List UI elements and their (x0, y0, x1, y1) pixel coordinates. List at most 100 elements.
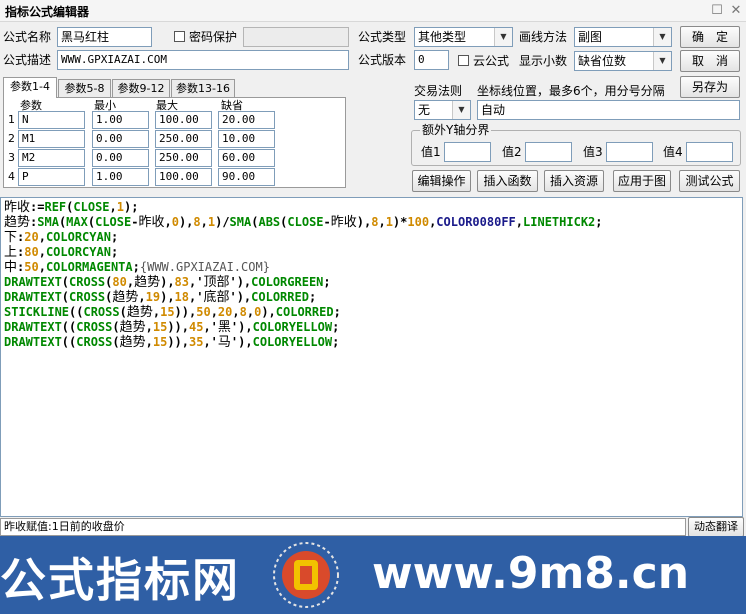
param-name-input[interactable]: P (18, 168, 85, 186)
formula-version-input[interactable]: 0 (414, 50, 449, 70)
insert-function-button[interactable]: 插入函数 (477, 170, 538, 192)
code-token: CROSS (76, 335, 113, 349)
draw-method-label: 画线方法 (519, 30, 568, 44)
code-token: 1 (385, 215, 393, 229)
code-token: ; (332, 320, 340, 334)
close-icon[interactable]: ✕ (727, 2, 745, 20)
logo-seal-icon (266, 540, 346, 610)
apply-to-chart-button[interactable]: 应用于图 (613, 170, 671, 192)
code-token: , (38, 245, 46, 259)
param-name-input[interactable]: M2 (18, 149, 85, 167)
save-as-button[interactable]: 另存为 (680, 76, 740, 98)
formula-editor[interactable]: 昨收:=REF(CLOSE,1); 趋势:SMA(MAX(CLOSE-昨收,0),… (0, 197, 743, 517)
insert-resource-button[interactable]: 插入资源 (544, 170, 604, 192)
code-token: 8 (193, 215, 201, 229)
ok-button[interactable]: 确 定 (680, 26, 740, 48)
code-token: ; (333, 305, 341, 319)
param-default-input[interactable]: 60.00 (218, 149, 275, 167)
coord-line-input[interactable]: 自动 (477, 100, 740, 120)
formula-code[interactable]: 昨收:=REF(CLOSE,1); 趋势:SMA(MAX(CLOSE-昨收,0),… (1, 198, 742, 352)
code-token: CROSS (69, 290, 106, 304)
code-token: , (210, 305, 218, 319)
code-token: 顶部 (203, 275, 230, 290)
formula-name-label: 公式名称 (3, 30, 52, 44)
code-token: )), (174, 305, 197, 319)
tab-params-13-16[interactable]: 参数13-16 (171, 79, 235, 98)
code-token: CLOSE (73, 200, 110, 214)
dynamic-translate-button[interactable]: 动态翻译 (688, 517, 744, 537)
tab-params-5-8[interactable]: 参数5-8 (58, 79, 111, 98)
decimals-select[interactable]: 缺省位数 ▼ (574, 51, 672, 71)
y-value-1-label: 值1 (421, 145, 441, 159)
tab-params-1-4[interactable]: 参数1-4 (3, 77, 57, 98)
code-token: ; (308, 290, 317, 304)
code-token: CROSS (76, 320, 113, 334)
formula-desc-input[interactable]: WWW.GPXIAZAI.COM (57, 50, 349, 70)
y-value-4-input[interactable] (686, 142, 733, 162)
cloud-formula-checkbox[interactable] (458, 55, 469, 66)
code-token: ,' (189, 290, 204, 304)
param-min-input[interactable]: 1.00 (92, 168, 149, 186)
code-token: 50 (196, 305, 211, 319)
param-name-input[interactable]: N (18, 111, 85, 129)
param-max-input[interactable]: 250.00 (155, 149, 212, 167)
param-name-input[interactable]: M1 (18, 130, 85, 148)
param-max-input[interactable]: 100.00 (155, 111, 212, 129)
code-line: 趋势:SMA(MAX(CLOSE-昨收,0),8,1)/SMA(ABS(CLOS… (4, 215, 739, 230)
y-value-1-input[interactable] (444, 142, 491, 162)
code-token: , (138, 290, 146, 304)
trade-rule-select[interactable]: 无 ▼ (414, 100, 471, 120)
formula-type-value: 其他类型 (418, 30, 467, 44)
formula-name-input[interactable]: 黑马红柱 (57, 27, 152, 47)
test-formula-button[interactable]: 测试公式 (679, 170, 740, 192)
formula-type-select[interactable]: 其他类型 ▼ (414, 27, 513, 47)
restore-icon[interactable]: ☐ (708, 2, 726, 20)
code-token: DRAWTEXT (4, 275, 62, 289)
param-default-input[interactable]: 20.00 (218, 111, 275, 129)
code-token: 50 (24, 260, 39, 274)
param-min-input[interactable]: 0.00 (92, 149, 149, 167)
code-token: 45 (189, 320, 204, 334)
code-token: {WWW.GPXIAZAI.COM} (139, 260, 270, 274)
code-token: 15 (152, 335, 168, 349)
code-token: COLORCYAN (45, 245, 111, 259)
formula-desc-label: 公式描述 (3, 53, 52, 67)
code-token: ), (160, 290, 175, 304)
code-token: 趋势 (126, 305, 153, 320)
password-label: 密码保护 (189, 30, 238, 44)
code-token: 20 (24, 230, 39, 244)
trade-rule-value: 无 (418, 103, 431, 117)
param-min-input[interactable]: 1.00 (92, 111, 149, 129)
draw-method-select[interactable]: 副图 ▼ (574, 27, 672, 47)
edit-ops-button[interactable]: 编辑操作 (412, 170, 471, 192)
code-token: 8 (239, 305, 247, 319)
code-token: ); (123, 200, 139, 214)
password-checkbox[interactable] (174, 31, 185, 42)
y-value-3-input[interactable] (606, 142, 653, 162)
y-value-2-input[interactable] (525, 142, 572, 162)
password-input[interactable] (243, 27, 349, 47)
code-token: 黑 (217, 320, 231, 335)
code-token: 100 (407, 215, 430, 229)
code-token: 1 (207, 215, 216, 229)
decimals-value: 缺省位数 (578, 54, 627, 68)
cancel-button[interactable]: 取 消 (680, 50, 740, 72)
code-token: ( (119, 305, 127, 319)
code-token: 0 (171, 215, 179, 229)
trade-rule-label: 交易法则 (414, 84, 463, 98)
code-token: 1 (116, 200, 124, 214)
code-token: ; (110, 230, 119, 244)
code-token: 昨收 (330, 215, 357, 230)
y-value-3-label: 值3 (583, 145, 603, 159)
code-token: LINETHICK2 (523, 215, 596, 229)
param-default-input[interactable]: 10.00 (218, 130, 275, 148)
param-min-input[interactable]: 0.00 (92, 130, 149, 148)
tab-params-9-12[interactable]: 参数9-12 (112, 79, 170, 98)
chevron-down-icon: ▼ (653, 52, 671, 70)
draw-method-value: 副图 (578, 30, 603, 44)
param-default-input[interactable]: 90.00 (218, 168, 275, 186)
param-max-input[interactable]: 100.00 (155, 168, 212, 186)
param-max-input[interactable]: 250.00 (155, 130, 212, 148)
formula-type-label: 公式类型 (358, 30, 407, 44)
code-token: '), (229, 290, 252, 304)
